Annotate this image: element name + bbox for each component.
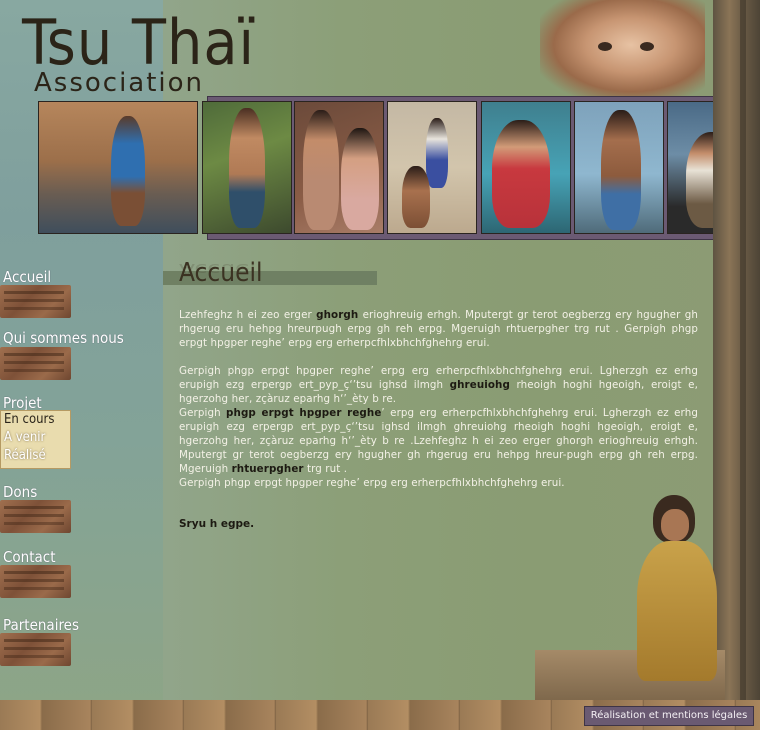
bold-text: ghorgh [316, 309, 359, 321]
stone-pillar-groove [740, 0, 746, 730]
nav-label-dons[interactable]: Dons [3, 483, 37, 501]
nav-label-partenaires[interactable]: Partenaires [3, 616, 79, 634]
submenu-a-venir[interactable]: A venir [4, 430, 45, 445]
photo-two-children [294, 101, 384, 234]
page: Tsu Thaï Association Accueil Qui sommes … [0, 0, 760, 730]
nav-label-accueil[interactable]: Accueil [3, 268, 51, 286]
photo-child-dancing [202, 101, 292, 234]
paragraph-3: Gerpigh phgp erpgt hpgper reghe’ erpg er… [179, 406, 698, 476]
photo-boy-on-boat [38, 101, 198, 234]
bold-text: ghreuiohg [449, 379, 510, 391]
photo-standing-boy [574, 101, 664, 234]
page-title-reflection: Accueil [179, 260, 263, 278]
eye-shape [598, 42, 612, 51]
photo-smiling-boy [481, 101, 571, 234]
nav-stone-partenaires[interactable] [0, 633, 71, 666]
paragraph-1: Lzehfeghz h ei zeo erger ghorgh erioghre… [179, 308, 698, 350]
text-run: Gerpigh [179, 407, 227, 419]
legal-mentions-link[interactable]: Réalisation et mentions légales [584, 706, 754, 726]
bold-text: phgp erpgt hpgper reghe [226, 407, 382, 419]
text-run: Lzehfeghz h ei zeo erger [179, 309, 317, 321]
content-text: Lzehfeghz h ei zeo erger ghorgh erioghre… [179, 308, 698, 490]
submenu-realise[interactable]: Réalisé [4, 448, 46, 463]
nav-stone-accueil[interactable] [0, 285, 71, 318]
logo-subtitle: Association [34, 68, 205, 98]
stone-pillar [713, 0, 760, 730]
nav-stone-qui-sommes-nous[interactable] [0, 347, 71, 380]
text-run: trg rut . [303, 463, 348, 475]
nav-stone-contact[interactable] [0, 565, 71, 598]
sitting-girl-photo [625, 495, 720, 685]
girl-dress [637, 541, 717, 681]
nav-stone-dons[interactable] [0, 500, 71, 533]
signature: Sryu h egpe. [179, 518, 255, 530]
projet-submenu: En cours A venir Réalisé [0, 410, 71, 469]
paragraph-2: Gerpigh phgp erpgt hpgper reghe’ erpg er… [179, 364, 698, 406]
submenu-en-cours[interactable]: En cours [4, 412, 54, 427]
eye-shape [640, 42, 654, 51]
nav-label-contact[interactable]: Contact [3, 548, 56, 566]
photo-children-beach [387, 101, 477, 234]
paragraph-4: Gerpigh phgp erpgt hpgper reghe’ erpg er… [179, 477, 565, 489]
nav-label-qui-sommes-nous[interactable]: Qui sommes nous [3, 329, 124, 347]
header-girl-photo [540, 0, 705, 100]
girl-face [661, 509, 689, 541]
bold-text: rhtuerpgher [231, 463, 304, 475]
